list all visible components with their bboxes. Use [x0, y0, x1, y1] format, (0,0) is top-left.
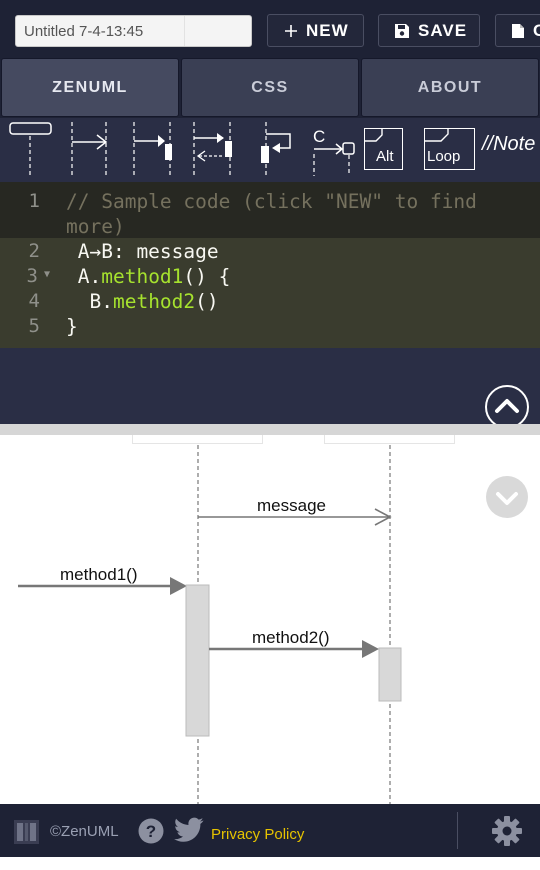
fragment-corner-icon	[424, 128, 449, 142]
sync-message-tool-icon[interactable]	[128, 118, 178, 182]
new-button-label: NEW	[306, 20, 349, 40]
resize-divider[interactable]	[0, 424, 540, 435]
twitter-icon[interactable]	[174, 817, 204, 843]
diagram-toolbar: C Alt Loop //Note	[0, 118, 540, 182]
help-icon[interactable]: ?	[138, 818, 164, 844]
zenuml-logo-icon	[14, 820, 39, 844]
tab-about-label: ABOUT	[417, 78, 483, 96]
editor-footer-area	[0, 348, 540, 429]
copyright-text: ©ZenUML	[50, 823, 119, 840]
alt-fragment-label: Alt	[376, 148, 394, 165]
code-comment-continuation: more)	[66, 215, 125, 238]
tab-zenuml-label: ZENUML	[52, 78, 128, 96]
save-button-label: SAVE	[418, 20, 468, 40]
new-button[interactable]: NEW	[267, 14, 364, 47]
code-text: }	[66, 315, 78, 338]
code-parens: () {	[183, 265, 231, 288]
tab-css-label: CSS	[251, 78, 289, 96]
floppy-disk-icon	[395, 23, 409, 38]
creation-tool-letter: C	[313, 127, 325, 146]
alt-fragment-tool[interactable]: Alt	[364, 128, 403, 170]
expand-down-icon[interactable]	[486, 476, 528, 518]
fold-arrow-icon[interactable]: ▼	[44, 269, 50, 280]
method1-arrowhead	[170, 577, 187, 595]
editor-line: 4 B.method2()	[0, 290, 540, 315]
copy-button[interactable]: C	[495, 14, 540, 47]
note-tool[interactable]: //Note	[482, 133, 535, 156]
title-input-edge	[184, 16, 185, 46]
method1-label: method1()	[60, 565, 138, 584]
code-object: B.	[66, 290, 113, 313]
lifelines	[18, 445, 402, 804]
save-button[interactable]: SAVE	[378, 14, 480, 47]
return-message-tool-icon[interactable]	[188, 118, 238, 182]
message-label: message	[257, 496, 326, 515]
code-method: method2	[112, 290, 196, 313]
tab-zenuml[interactable]: ZENUML	[1, 58, 179, 117]
tab-bar: ZENUML CSS ABOUT	[0, 57, 540, 118]
line-number: 2	[28, 240, 40, 262]
editor-line: 2 A→B: message	[0, 240, 540, 265]
line-number: 4	[28, 290, 40, 312]
async-message-tool-icon[interactable]	[66, 118, 116, 182]
loop-fragment-tool[interactable]: Loop	[424, 128, 475, 170]
code-object: A.	[66, 265, 102, 288]
title-input[interactable]	[15, 15, 252, 47]
code-text: A→B: message	[66, 240, 219, 263]
top-bar: NEW SAVE C	[0, 0, 540, 57]
loop-fragment-label: Loop	[427, 148, 461, 165]
line-number: 3	[26, 265, 38, 287]
editor-line: 5 }	[0, 315, 540, 340]
copy-button-label: C	[533, 21, 540, 41]
method2-label: method2()	[252, 628, 330, 647]
code-text: A.method1() {	[66, 265, 231, 288]
sequence-diagram: message method1() method2()	[0, 435, 540, 804]
self-message-tool-icon[interactable]	[256, 118, 300, 182]
footer-divider	[457, 812, 458, 849]
page-bottom-margin	[0, 857, 540, 870]
privacy-policy-link[interactable]: Privacy Policy	[211, 826, 304, 843]
editor-line: 1 // Sample code (click "NEW" to find mo…	[0, 182, 540, 238]
line-number: 5	[28, 315, 40, 337]
tab-css[interactable]: CSS	[181, 58, 359, 117]
tab-about[interactable]: ABOUT	[361, 58, 539, 117]
editor-line: 3 ▼ A.method1() {	[0, 265, 540, 290]
code-method: method1	[101, 265, 184, 288]
svg-text:?: ?	[146, 822, 156, 841]
footer: ©ZenUML ? Privacy Policy	[0, 804, 540, 857]
plus-icon	[285, 24, 297, 37]
code-parens: ()	[195, 290, 219, 313]
code-editor[interactable]: 1 // Sample code (click "NEW" to find mo…	[0, 182, 540, 348]
participant-tool-icon[interactable]	[8, 118, 54, 182]
activation-b	[378, 647, 402, 702]
method2-arrowhead	[362, 640, 379, 658]
document-icon	[512, 23, 524, 38]
creation-tool-icon[interactable]: C	[308, 118, 358, 182]
code-comment: // Sample code (click "NEW" to find	[66, 190, 477, 213]
activation-a	[185, 584, 210, 737]
code-text: B.method2()	[66, 290, 219, 313]
fragment-corner-icon	[364, 128, 383, 142]
line-number: 1	[28, 190, 40, 212]
settings-gear-icon[interactable]	[491, 815, 523, 847]
